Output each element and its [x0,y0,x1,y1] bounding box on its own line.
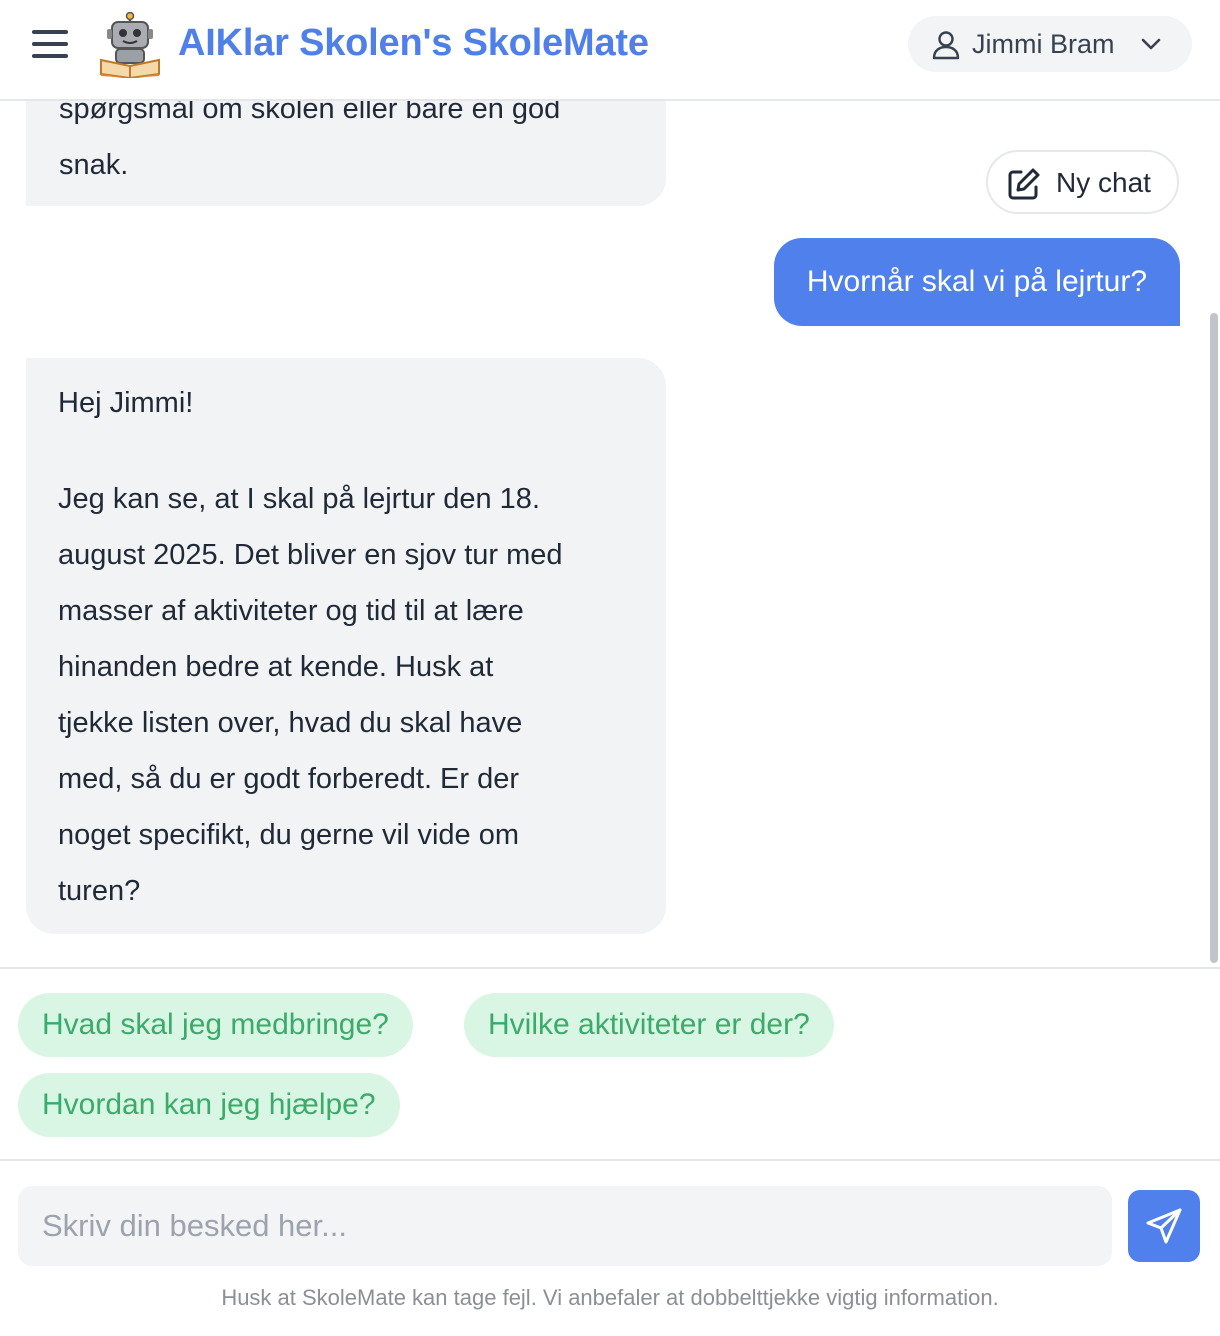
message-line: Hej Jimmi! [58,387,194,419]
message-line: noget specifikt, du gerne vil vide om [58,819,520,851]
message-line: masser af aktiviteter og tid til at lære [58,595,524,627]
message-line: turen? [58,875,141,907]
edit-icon [1008,168,1040,200]
suggestion-chip[interactable]: Hvilke aktiviteter er der? [464,993,834,1057]
robot-reading-book-icon [100,12,160,78]
assistant-message: Hej Jimmi! Jeg kan se, at I skal på lejr… [26,358,666,934]
message-line: tjekke listen over, hvad du skal have [58,707,523,739]
message-line: snak. [59,149,129,181]
user-message: Hvornår skal vi på lejrtur? [773,238,1180,326]
send-button[interactable] [1128,1190,1200,1262]
hamburger-menu-icon[interactable] [30,28,70,60]
message-line: august 2025. Det bliver en sjov tur med [58,539,563,571]
suggestion-chips: Hvad skal jeg medbringe? Hvilke aktivite… [0,967,1220,1161]
chat-scrollbar[interactable] [1210,313,1218,963]
chat-messages[interactable]: spørgsmål om skolen eller bare en god sn… [0,101,1220,967]
disclaimer-text: Husk at SkoleMate kan tage fejl. Vi anbe… [221,1285,999,1310]
user-menu-button[interactable]: Jimmi Bram [908,16,1192,72]
chevron-down-icon [1141,38,1161,50]
new-chat-label: Ny chat [1056,167,1151,198]
message-input[interactable] [18,1186,1112,1266]
message-line: spørgsmål om skolen eller bare en god [59,101,561,125]
message-line: med, så du er godt forberedt. Er der [58,763,520,795]
send-icon [1146,1208,1182,1244]
new-chat-button[interactable]: Ny chat [986,150,1179,214]
assistant-message: spørgsmål om skolen eller bare en god sn… [26,101,666,206]
suggestion-chip[interactable]: Hvordan kan jeg hjælpe? [18,1073,400,1137]
app-title: AIKlar Skolen's SkoleMate [178,22,649,64]
suggestion-chip[interactable]: Hvad skal jeg medbringe? [18,993,413,1057]
message-line: hinanden bedre at kende. Husk at [58,651,494,683]
app-header: AIKlar Skolen's SkoleMate Jimmi Bram [0,0,1220,101]
message-line: Jeg kan se, at I skal på lejrtur den 18. [58,483,540,515]
user-name: Jimmi Bram [972,29,1115,59]
message-line [58,431,634,471]
user-icon [932,31,960,60]
